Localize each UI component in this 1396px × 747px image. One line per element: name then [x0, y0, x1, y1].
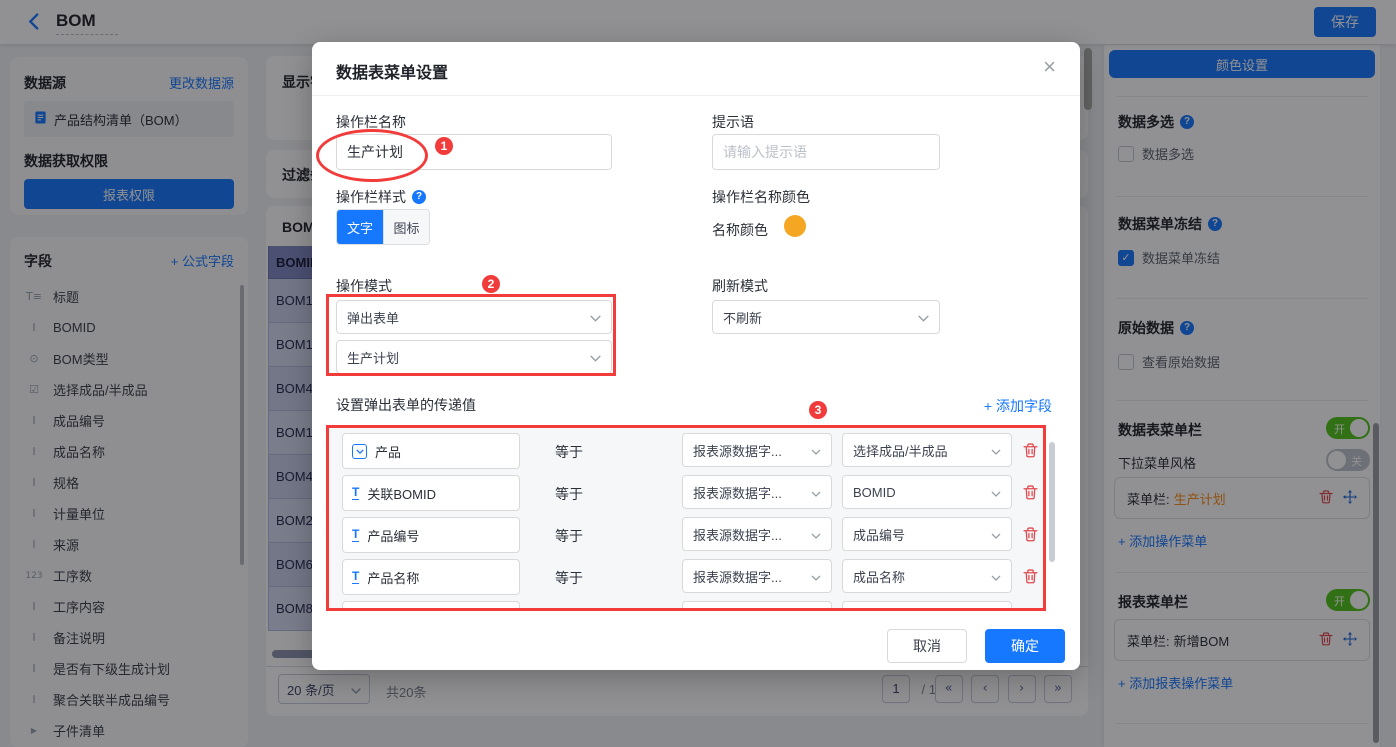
style-segmented-control: 文字 图标 — [336, 209, 430, 245]
name-color-label: 名称颜色 — [712, 220, 768, 240]
transfer-label: 设置弹出表单的传递值 — [336, 395, 476, 415]
help-icon[interactable]: ? — [412, 190, 426, 204]
annotation-badge-1: 1 — [435, 137, 453, 155]
mode-label: 操作模式 — [336, 276, 392, 296]
add-field-link[interactable]: + 添加字段 — [984, 396, 1052, 416]
annotation-badge-2: 2 — [482, 275, 500, 293]
style-option-text[interactable]: 文字 — [337, 210, 383, 244]
annotation-rect-step3 — [326, 425, 1046, 611]
refresh-value: 不刷新 — [723, 308, 762, 327]
annotation-badge-3: 3 — [809, 401, 827, 419]
transfer-list-scrollbar[interactable] — [1049, 442, 1055, 562]
confirm-button[interactable]: 确定 — [985, 629, 1065, 663]
tip-label: 提示语 — [712, 112, 754, 132]
cancel-button[interactable]: 取消 — [887, 629, 967, 663]
name-color-section-label: 操作栏名称颜色 — [712, 187, 810, 207]
refresh-label: 刷新模式 — [712, 276, 768, 296]
close-icon[interactable]: × — [1043, 54, 1056, 80]
style-label: 操作栏样式? — [336, 187, 426, 207]
tip-input[interactable]: 请输入提示语 — [712, 134, 940, 170]
color-swatch[interactable] — [784, 215, 806, 237]
annotation-rect-step2 — [326, 294, 616, 376]
style-label-text: 操作栏样式 — [336, 187, 406, 207]
dialog-title: 数据表菜单设置 — [336, 59, 448, 83]
refresh-select[interactable]: 不刷新 — [712, 300, 940, 334]
chevron-down-icon — [918, 310, 929, 325]
style-option-icon[interactable]: 图标 — [383, 210, 429, 244]
annotation-oval-step1 — [316, 129, 428, 182]
page-scrollbar[interactable] — [1084, 48, 1092, 110]
tip-placeholder: 请输入提示语 — [723, 142, 807, 162]
